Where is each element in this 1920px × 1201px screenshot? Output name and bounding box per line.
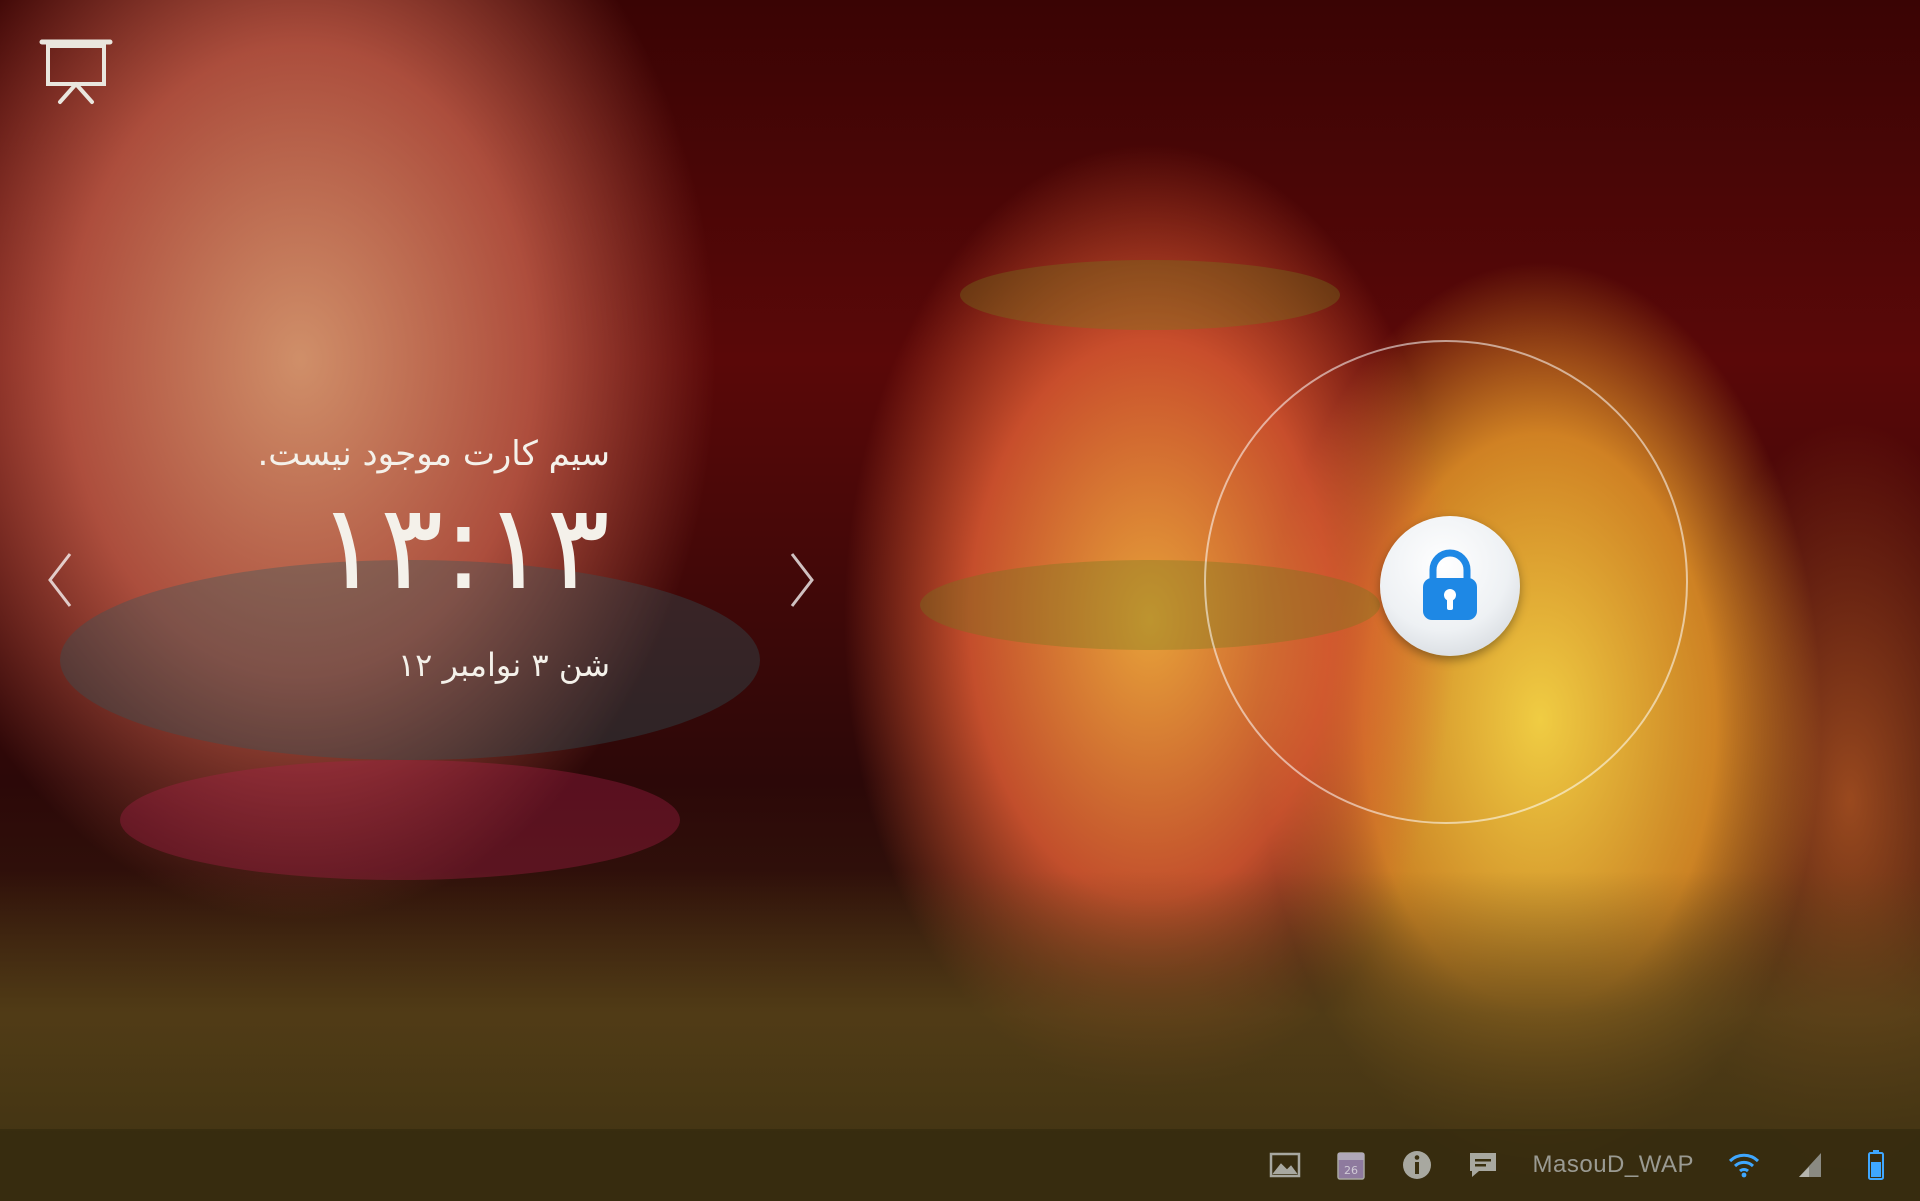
wallpaper-balloon-band xyxy=(960,260,1340,330)
next-widget-chevron[interactable] xyxy=(782,548,822,612)
calendar-notification-icon-glyph: 26 xyxy=(1336,1152,1365,1180)
calendar-notification-icon[interactable]: 26 xyxy=(1335,1149,1367,1181)
lock-screen: سیم کارت موجود نیست. ۱۳:۱۳ شن ۳ نوامبر ۱… xyxy=(0,0,1920,1201)
presentation-icon[interactable] xyxy=(38,36,114,108)
image-notification-icon-glyph xyxy=(1269,1152,1300,1178)
chevron-right-icon xyxy=(790,553,814,607)
wifi-icon-glyph xyxy=(1728,1153,1760,1178)
wallpaper-balloon-band xyxy=(120,760,680,880)
wallpaper-ground xyxy=(0,871,1920,1131)
message-icon[interactable] xyxy=(1467,1149,1499,1181)
signal-icon-glyph xyxy=(1799,1153,1821,1177)
unlock-handle[interactable] xyxy=(1380,516,1520,656)
clock-widget: سیم کارت موجود نیست. ۱۳:۱۳ شن ۳ نوامبر ۱… xyxy=(220,430,610,688)
padlock-icon xyxy=(1423,549,1477,620)
previous-widget-chevron[interactable] xyxy=(40,548,80,612)
date-text: شن ۳ نوامبر ۱۲ xyxy=(397,646,610,684)
status-bar: 26 MasouD_WAP xyxy=(0,1129,1920,1201)
info-icon[interactable] xyxy=(1401,1149,1433,1181)
chevron-left-icon xyxy=(48,553,72,607)
image-notification-icon[interactable] xyxy=(1269,1149,1301,1181)
message-icon-glyph xyxy=(1469,1153,1496,1177)
presentation-icon-glyph xyxy=(39,39,113,104)
svg-text:26: 26 xyxy=(1344,1164,1358,1177)
info-icon-glyph xyxy=(1402,1151,1431,1179)
battery-icon xyxy=(1860,1149,1892,1181)
wifi-network-name: MasouD_WAP xyxy=(1532,1151,1694,1178)
signal-icon xyxy=(1794,1149,1826,1181)
battery-icon-glyph xyxy=(1868,1150,1884,1180)
carrier-status-text: سیم کارت موجود نیست. xyxy=(257,434,610,474)
clock-time: ۱۳:۱۳ xyxy=(316,478,610,616)
wifi-icon xyxy=(1728,1149,1760,1181)
